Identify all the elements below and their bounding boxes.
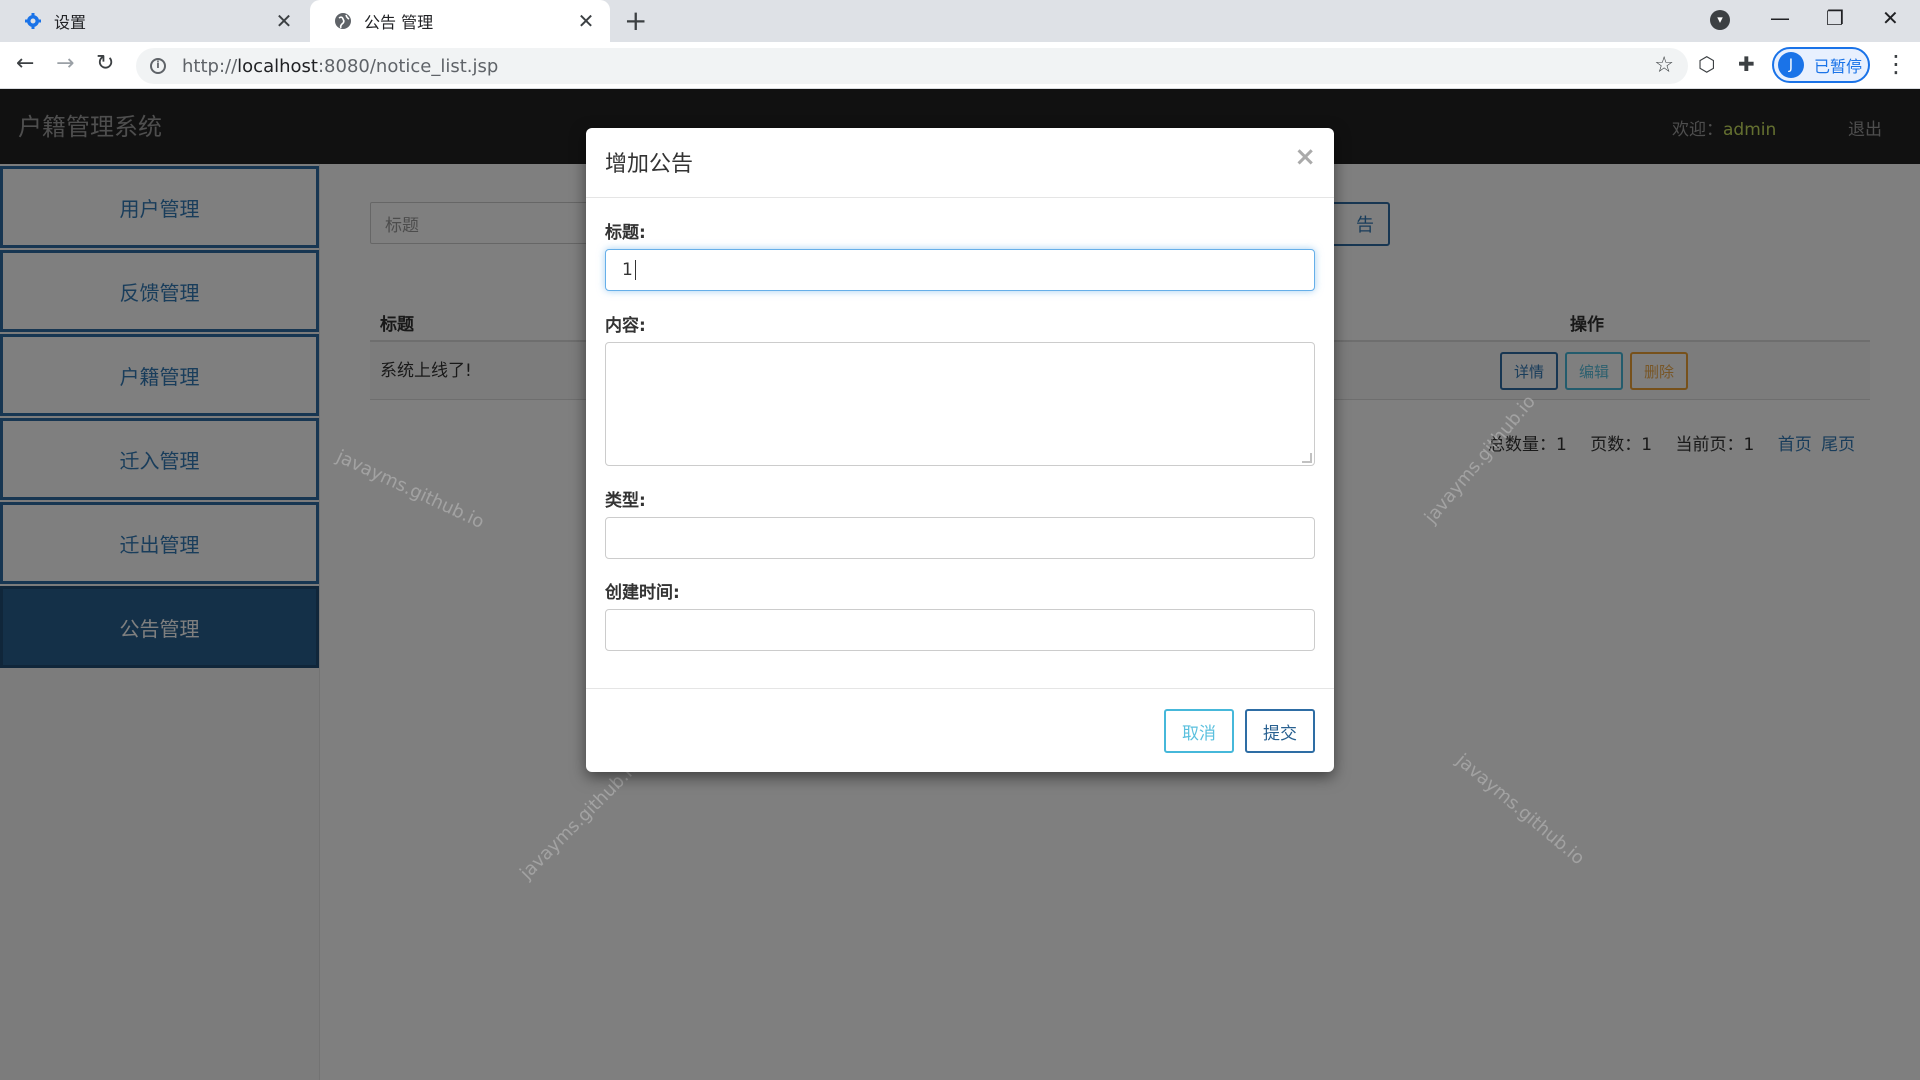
close-icon[interactable]: ✕	[274, 9, 294, 33]
type-input[interactable]	[605, 517, 1315, 559]
puzzle-icon[interactable]: ✚	[1738, 52, 1755, 76]
gear-icon	[24, 12, 42, 30]
add-notice-modal: 增加公告 × 标题: 1 内容: 类型: 创建时间: 取消 提交	[586, 128, 1334, 772]
type-label: 类型:	[605, 491, 646, 511]
content-label: 内容:	[605, 316, 646, 336]
tab-search-icon[interactable]: ▾	[1710, 10, 1730, 30]
close-icon[interactable]: ×	[1294, 142, 1316, 172]
browser-tabstrip: 设置 ✕ 公告 管理 ✕ + ▾ — ❐ ✕	[0, 0, 1920, 42]
modal-header: 增加公告 ×	[586, 128, 1334, 198]
watermark: javayms.github.io	[1420, 391, 1540, 528]
submit-button[interactable]: 提交	[1245, 709, 1315, 753]
modal-title: 增加公告	[605, 152, 694, 177]
created-time-input[interactable]	[605, 609, 1315, 651]
title-label: 标题:	[605, 223, 646, 243]
window-close-icon[interactable]: ✕	[1882, 6, 1899, 30]
modal-footer: 取消 提交	[586, 688, 1334, 772]
browser-toolbar: ← → ↻ i http://localhost:8080/notice_lis…	[0, 42, 1920, 89]
tab-title: 设置	[54, 13, 87, 32]
profile-button[interactable]: J 已暂停	[1772, 47, 1870, 83]
created-time-label: 创建时间:	[605, 583, 680, 603]
more-menu-icon[interactable]: ⋮	[1884, 50, 1908, 78]
bookmark-star-icon[interactable]: ☆	[1654, 53, 1674, 78]
watermark: javayms.github.io	[333, 446, 488, 533]
close-icon[interactable]: ✕	[576, 9, 596, 33]
avatar: J	[1778, 52, 1804, 78]
watermark: javayms.github.io	[1452, 749, 1589, 870]
reload-icon[interactable]: ↻	[96, 51, 114, 76]
globe-icon	[334, 12, 352, 30]
cancel-button[interactable]: 取消	[1164, 709, 1234, 753]
text-caret	[634, 260, 636, 280]
info-icon[interactable]: i	[150, 58, 166, 74]
new-tab-button[interactable]: +	[624, 6, 647, 36]
watermark: javayms.github.io	[516, 755, 645, 884]
profile-status: 已暂停	[1814, 57, 1863, 76]
address-bar[interactable]: i http://localhost:8080/notice_list.jsp …	[136, 48, 1688, 84]
restore-icon[interactable]: ❐	[1826, 6, 1844, 30]
browser-tab-notice[interactable]: 公告 管理 ✕	[310, 0, 610, 42]
resize-handle-icon[interactable]	[1302, 453, 1312, 463]
url-text: http://localhost:8080/notice_list.jsp	[182, 55, 499, 77]
browser-tab-settings[interactable]: 设置 ✕	[0, 0, 308, 42]
back-arrow-icon[interactable]: ←	[16, 51, 34, 76]
content-textarea[interactable]	[605, 342, 1315, 466]
title-input-value: 1	[622, 260, 633, 280]
tab-title: 公告 管理	[364, 13, 434, 32]
extension-icon[interactable]: ⬡	[1698, 52, 1715, 76]
forward-arrow-icon[interactable]: →	[56, 51, 74, 76]
title-input[interactable]: 1	[605, 249, 1315, 291]
minimize-icon[interactable]: —	[1770, 6, 1790, 30]
